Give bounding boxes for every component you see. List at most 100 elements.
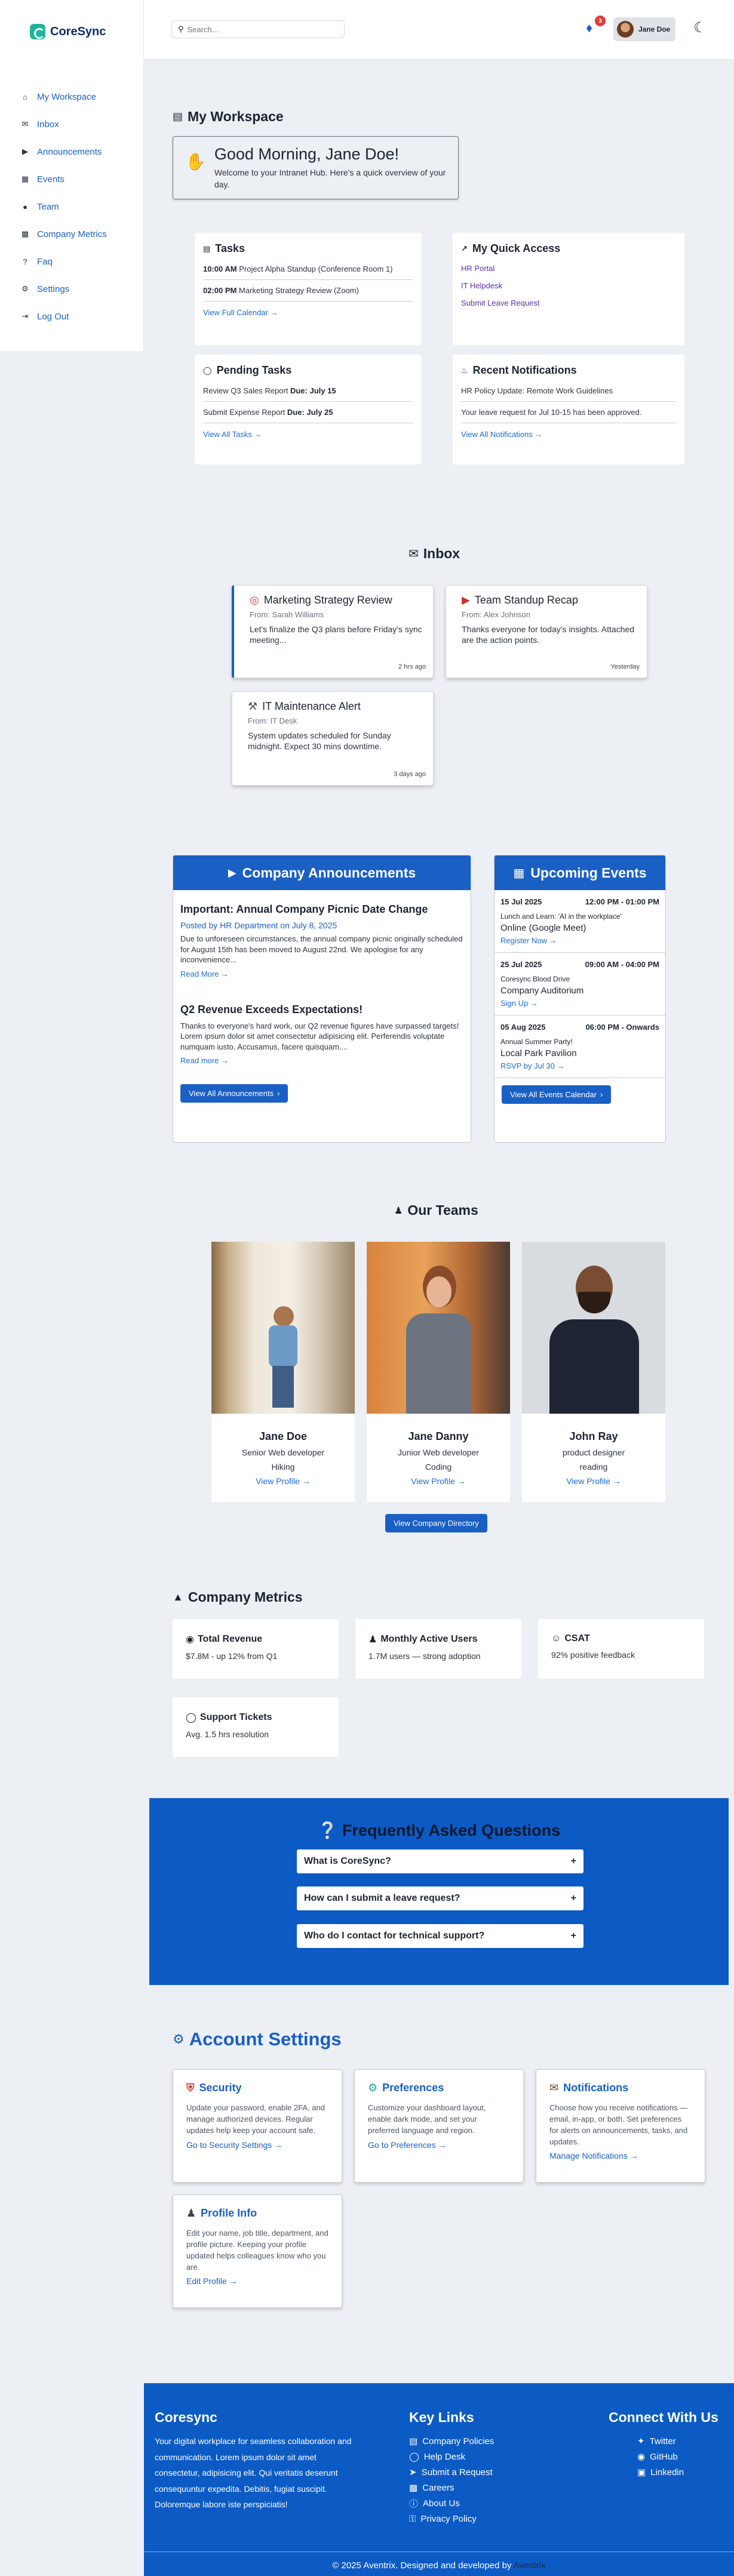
github-icon: ◉ xyxy=(637,2452,646,2462)
notification-text: Your leave request for Jul 10-15 has bee… xyxy=(461,408,642,417)
info-icon: ⓘ xyxy=(409,2498,419,2509)
social-label: Linkedin xyxy=(650,2467,684,2477)
search-box: ⚲ xyxy=(171,20,345,38)
edit-profile-link[interactable]: Edit Profile → xyxy=(186,2276,238,2286)
sidebar-item-events[interactable]: ▦ Events xyxy=(20,165,140,193)
sidebar-item-settings[interactable]: ⚙ Settings xyxy=(20,275,140,303)
twitter-link[interactable]: ✦ Twitter xyxy=(637,2433,684,2449)
quick-link-hr-portal[interactable]: HR Portal xyxy=(461,260,676,277)
view-all-notifications-link[interactable]: View All Notifications → xyxy=(461,430,542,439)
inbox-message[interactable]: ⚒ IT Maintenance Alert From: IT Desk Syst… xyxy=(232,691,434,786)
footer-link-careers[interactable]: ▩ Careers xyxy=(409,2480,494,2495)
expand-icon: + xyxy=(570,1931,576,1941)
inbox-message[interactable]: ◎ Marketing Strategy Review From: Sarah W… xyxy=(232,585,434,678)
footer-links: ▤ Company Policies ◯ Help Desk ➤ Submit a R… xyxy=(409,2433,494,2526)
inbox-title-text: Inbox xyxy=(423,546,460,561)
app-logo[interactable]: CoreSync xyxy=(30,24,106,39)
manage-notifications-link[interactable]: Manage Notifications → xyxy=(549,2151,638,2160)
footer-link-label: Careers xyxy=(422,2482,454,2493)
view-all-tasks-link[interactable]: View All Tasks → xyxy=(203,430,262,439)
metric-card: ◉ Total Revenue $7.8M - up 12% from Q1 xyxy=(173,1619,339,1679)
announcement-item: Q2 Revenue Exceeds Expectations! Thanks … xyxy=(180,1004,463,1066)
profile-icon: ♟ xyxy=(186,2207,196,2219)
quick-link-submit-leave[interactable]: Submit Leave Request xyxy=(461,294,676,312)
event-date: 15 Jul 2025 xyxy=(500,897,542,906)
quick-link-it-helpdesk[interactable]: IT Helpdesk xyxy=(461,277,676,294)
sign-up-link[interactable]: Sign Up → xyxy=(500,999,538,1008)
sidebar-item-company-metrics[interactable]: ▩ Company Metrics xyxy=(20,220,140,248)
view-profile-link[interactable]: View Profile → xyxy=(367,1476,510,1486)
home-icon: ⌂ xyxy=(23,92,27,101)
event-item: 25 Jul 2025 09:00 AM - 04:00 PM Coresync … xyxy=(495,953,665,1015)
footer-link-about-us[interactable]: ⓘ About Us xyxy=(409,2495,494,2511)
send-icon: ➤ xyxy=(409,2467,417,2477)
copyright-text: © 2025 Aventrix. Designed and developed … xyxy=(332,2560,512,2571)
task-text: Marketing Strategy Review (Zoom) xyxy=(239,286,359,295)
metric-label: Monthly Active Users xyxy=(380,1634,478,1644)
task-time: 02:00 PM xyxy=(203,286,237,295)
sidebar-item-log-out[interactable]: ⇥ Log Out xyxy=(20,303,140,330)
pending-row: Review Q3 Sales Report Due: July 15 xyxy=(203,380,413,402)
developer-link[interactable]: Aventrix xyxy=(514,2560,546,2571)
footer-link-label: Privacy Policy xyxy=(420,2513,477,2524)
metric-value: 1.7M users — strong adoption xyxy=(368,1651,481,1661)
footer-link-help-desk[interactable]: ◯ Help Desk xyxy=(409,2449,494,2464)
footer-link-privacy-policy[interactable]: ⚿ Privacy Policy xyxy=(409,2511,494,2526)
view-profile-link[interactable]: View Profile → xyxy=(522,1476,665,1486)
security-settings-link[interactable]: Go to Security Settings → xyxy=(186,2140,282,2150)
read-more-link[interactable]: Read more → xyxy=(180,1056,229,1065)
event-name: Annual Summer Party! xyxy=(500,1038,573,1046)
announcement-meta: Posted by HR Department on July 8, 2025 xyxy=(180,921,337,930)
sidebar-item-inbox[interactable]: ✉ Inbox xyxy=(20,110,140,138)
view-profile-link[interactable]: View Profile → xyxy=(211,1476,355,1486)
message-preview: Thanks everyone for today's insights. At… xyxy=(462,624,635,645)
read-more-link[interactable]: Read More → xyxy=(180,970,229,978)
message-time: Yesterday xyxy=(610,663,640,670)
inbox-icon: ✉ xyxy=(22,119,29,128)
settings-card: ✉ Notifications Choose how you receive no… xyxy=(536,2069,705,2183)
view-all-events-label: View All Events Calendar xyxy=(510,1090,597,1099)
register-now-link[interactable]: Register Now → xyxy=(500,936,557,945)
view-full-calendar-link[interactable]: View Full Calendar → xyxy=(203,308,278,317)
settings-card-title: Notifications xyxy=(563,2082,629,2094)
sidebar-item-label: Company Metrics xyxy=(37,229,107,239)
faq-question[interactable]: What is CoreSync? + xyxy=(297,1849,583,1873)
event-time: 12:00 PM - 01:00 PM xyxy=(585,897,659,906)
linkedin-link[interactable]: ▣ Linkedin xyxy=(637,2464,684,2480)
github-link[interactable]: ◉ GitHub xyxy=(637,2449,684,2464)
team-member-photo xyxy=(367,1242,510,1414)
sidebar-item-team[interactable]: ● Team xyxy=(20,193,140,220)
sidebar-item-my-workspace[interactable]: ⌂ My Workspace xyxy=(20,83,140,110)
footer-link-submit-request[interactable]: ➤ Submit a Request xyxy=(409,2464,494,2480)
preferences-link[interactable]: Go to Preferences → xyxy=(368,2140,447,2150)
faq-question[interactable]: Who do I contact for technical support? + xyxy=(297,1924,583,1948)
footer: Coresync Your digital workplace for seam… xyxy=(144,2383,734,2576)
teams-title: ♟ Our Teams xyxy=(394,1202,478,1218)
search-input[interactable] xyxy=(187,24,331,34)
rsvp-link[interactable]: RSVP by Jul 30 → xyxy=(500,1061,564,1070)
message-time: 3 days ago xyxy=(394,771,426,778)
external-link-icon: ↗ xyxy=(461,244,468,253)
metric-label: CSAT xyxy=(564,1633,590,1644)
faq-section: ❔ Frequently Asked Questions What is Cor… xyxy=(149,1798,729,1985)
greeting-title: Good Morning, Jane Doe! xyxy=(214,145,400,163)
faq-question[interactable]: How can I submit a leave request? + xyxy=(297,1886,583,1910)
dark-mode-toggle-icon[interactable]: ☾ xyxy=(693,19,707,36)
file-icon: ▤ xyxy=(203,244,211,253)
expand-icon: + xyxy=(570,1893,576,1903)
user-menu[interactable]: Jane Doe xyxy=(613,17,675,41)
inbox-message[interactable]: ▶ Team Standup Recap From: Alex Johnson T… xyxy=(446,585,647,678)
view-all-events-button[interactable]: View All Events Calendar › xyxy=(502,1085,612,1104)
greeting-subtitle: Welcome to your Intranet Hub. Here's a q… xyxy=(214,168,446,189)
metric-label: Total Revenue xyxy=(197,1634,263,1644)
event-date: 25 Jul 2025 xyxy=(500,960,542,969)
sidebar-item-announcements[interactable]: ▶ Announcements xyxy=(20,138,140,165)
view-company-directory-button[interactable]: View Company Directory xyxy=(385,1514,487,1532)
footer-link-company-policies[interactable]: ▤ Company Policies xyxy=(409,2433,494,2449)
view-all-announcements-button[interactable]: View All Announcements › xyxy=(180,1084,288,1103)
sidebar-item-faq[interactable]: ? Faq xyxy=(20,248,140,275)
target-icon: ◎ xyxy=(250,594,259,606)
event-date: 05 Aug 2025 xyxy=(500,1023,546,1032)
notification-bell-button[interactable]: ♦ 3 xyxy=(586,16,606,37)
pending-row: Submit Expense Report Due: July 25 xyxy=(203,402,413,423)
